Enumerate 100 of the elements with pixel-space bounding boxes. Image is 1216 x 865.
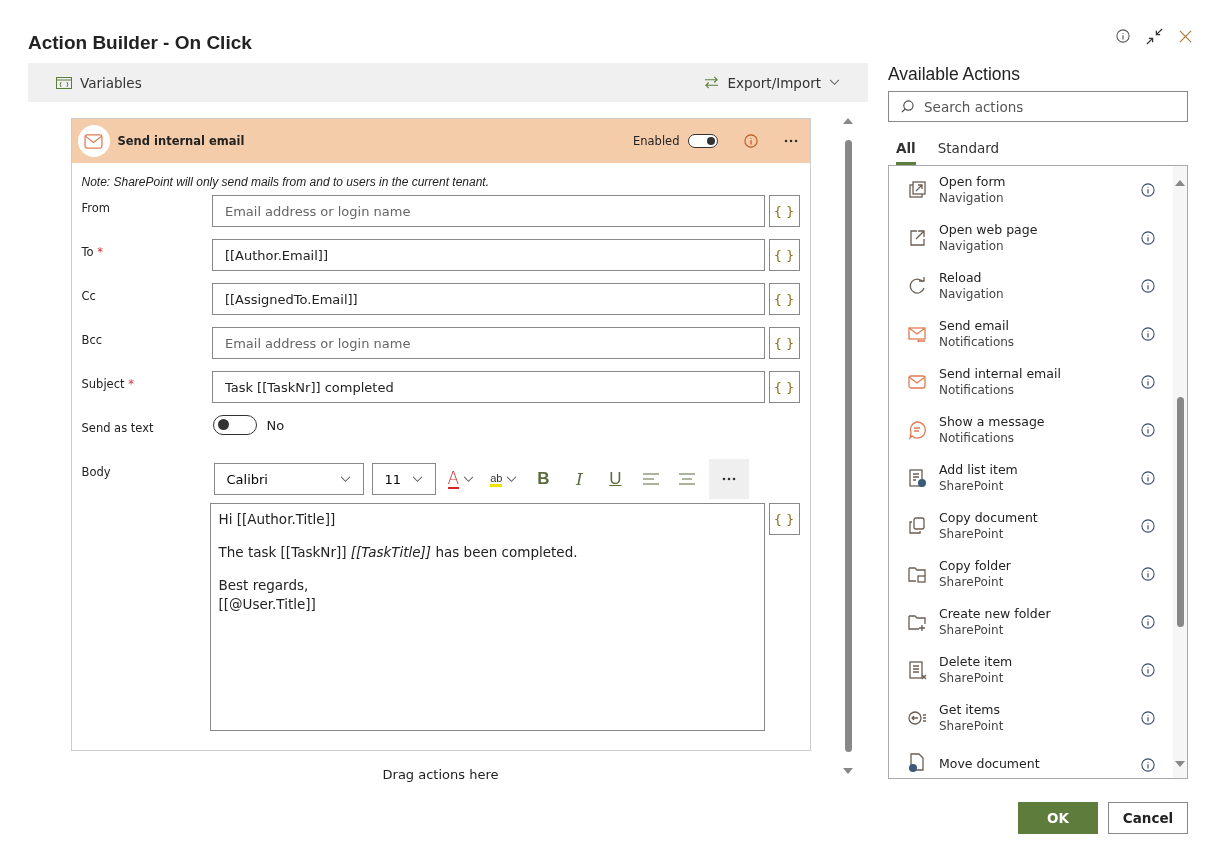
insert-variable-button[interactable]: { } [768, 283, 800, 315]
chevron-down-icon [339, 475, 351, 483]
action-icon [907, 752, 927, 772]
action-name[interactable]: Send internal email [939, 366, 1129, 382]
info-icon[interactable] [1141, 423, 1155, 437]
info-icon[interactable] [1141, 375, 1155, 389]
action-name[interactable]: Add list item [939, 462, 1129, 478]
action-category: Notifications [939, 430, 1016, 446]
drop-hint: Drag actions here [382, 767, 499, 782]
input-field[interactable]: Email address or login name [211, 195, 765, 227]
field-label: From [81, 201, 110, 215]
info-icon[interactable] [1141, 758, 1155, 772]
insert-variable-button[interactable]: { } [768, 371, 800, 403]
action-name[interactable]: Show a message [939, 414, 1129, 430]
input-field[interactable]: Task [[TaskNr]] completed [211, 371, 765, 403]
action-name[interactable]: Get items [939, 702, 1129, 718]
more-icon [722, 477, 737, 481]
collapse-icon[interactable] [1146, 27, 1163, 45]
align-left-icon [643, 473, 660, 485]
action-icon [907, 276, 927, 296]
insert-variable-button[interactable]: { } [768, 195, 800, 227]
underline-button[interactable]: U [601, 459, 630, 499]
action-name[interactable]: Create new folder [939, 606, 1129, 622]
field-label: Bcc [81, 333, 103, 347]
insert-variable-button[interactable]: { } [768, 327, 800, 359]
action-category: Navigation [939, 238, 1005, 254]
scrollbar-thumb[interactable] [1176, 397, 1184, 627]
field-label: To [81, 245, 94, 259]
action-icon [907, 324, 927, 344]
scroll-up-icon[interactable] [1175, 180, 1185, 186]
info-icon[interactable] [1141, 711, 1155, 725]
variable-icon [56, 76, 72, 89]
font-color-button[interactable]: A [443, 459, 479, 499]
bold-button[interactable]: B [529, 459, 558, 499]
action-category: SharePoint [939, 622, 1005, 638]
field-label: Body [81, 464, 112, 479]
variables-button[interactable]: Variables [52, 70, 146, 95]
action-icon [907, 468, 927, 488]
close-icon[interactable] [1179, 29, 1192, 43]
action-icon [907, 660, 927, 680]
action-name[interactable]: Open web page [939, 222, 1129, 238]
action-name[interactable]: Open form [939, 174, 1129, 190]
highlight-button[interactable]: ab [486, 459, 522, 499]
size-dropdown[interactable]: 11 [371, 463, 436, 495]
info-icon[interactable] [1141, 279, 1155, 293]
field-label: Subject [81, 377, 125, 391]
export-import-button[interactable]: Export/Import [700, 70, 844, 95]
scroll-up-icon[interactable] [843, 118, 853, 124]
search-icon [901, 100, 914, 113]
action-name[interactable]: Move document [939, 756, 1129, 772]
more-icon[interactable] [783, 139, 798, 143]
required-mark: * [128, 377, 134, 391]
scroll-down-icon[interactable] [1175, 761, 1185, 767]
insert-variable-button[interactable]: { } [768, 239, 800, 271]
info-icon[interactable] [1141, 231, 1155, 245]
align-center-icon [679, 473, 696, 485]
info-icon[interactable] [1141, 567, 1155, 581]
info-icon[interactable] [1141, 327, 1155, 341]
action-category: SharePoint [939, 718, 1005, 734]
insert-variable-button[interactable]: { } [768, 503, 800, 535]
action-category: SharePoint [939, 526, 1005, 542]
search-box[interactable]: Search actions [888, 91, 1188, 122]
input-field[interactable]: Email address or login name [211, 327, 765, 359]
scrollbar-thumb[interactable] [844, 140, 852, 752]
action-icon [907, 612, 927, 632]
body-editor[interactable]: Hi [[Author.Title]] The task [[TaskNr]] [[TaskTitle]] has been completed. Best regards, [[@User.Title]] [209, 503, 765, 731]
chevron-down-icon [411, 475, 423, 483]
font-dropdown[interactable]: Calibri [213, 463, 364, 495]
ok-button[interactable]: OK [1018, 802, 1098, 834]
action-icon [907, 516, 927, 536]
scroll-down-icon[interactable] [843, 768, 853, 774]
info-icon[interactable] [1141, 615, 1155, 629]
info-icon[interactable] [1116, 29, 1130, 43]
action-name[interactable]: Reload [939, 270, 1129, 286]
enabled-label: Enabled [633, 134, 680, 148]
action-name[interactable]: Send email [939, 318, 1129, 334]
action-name[interactable]: Copy document [939, 510, 1129, 526]
action-icon [907, 372, 927, 392]
info-icon[interactable] [1141, 183, 1155, 197]
action-name[interactable]: Copy folder [939, 558, 1129, 574]
required-mark: * [97, 245, 103, 259]
envelope-icon [84, 133, 103, 149]
info-icon[interactable] [1141, 519, 1155, 533]
body-text: Best regards, [[@User.Title]] [218, 576, 317, 614]
action-category: SharePoint [939, 478, 1005, 494]
input-field[interactable]: [[Author.Email]] [211, 239, 765, 271]
chevron-down-icon [829, 79, 840, 86]
italic-button[interactable]: I [565, 459, 594, 499]
action-icon [907, 708, 927, 728]
info-icon[interactable] [1141, 471, 1155, 485]
input-field[interactable]: [[AssignedTo.Email]] [211, 283, 765, 315]
info-icon[interactable] [1141, 663, 1155, 677]
action-category: Navigation [939, 190, 1005, 206]
action-category: SharePoint [939, 574, 1005, 590]
enabled-toggle[interactable] [687, 134, 718, 148]
action-icon [907, 564, 927, 584]
tab[interactable]: Standard [937, 140, 1000, 165]
tab[interactable]: All [896, 140, 916, 165]
cancel-button[interactable]: Cancel [1108, 802, 1188, 834]
action-name[interactable]: Delete item [939, 654, 1129, 670]
